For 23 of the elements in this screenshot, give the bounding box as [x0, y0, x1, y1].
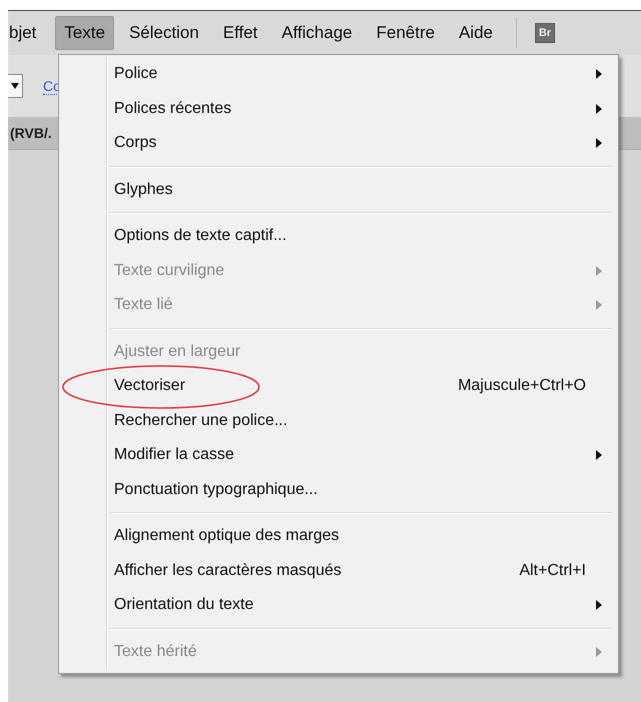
menu-bar-item[interactable]: Effet [214, 16, 267, 50]
menu-item[interactable]: Rechercher une police... [59, 404, 618, 438]
menu-bar-item[interactable]: Affichage [272, 16, 362, 50]
dropdown[interactable] [8, 74, 23, 98]
menu-bar-item[interactable]: Aide [450, 16, 502, 50]
menu-item[interactable]: Modifier la casse [59, 438, 618, 472]
menu-item[interactable]: Glyphes [59, 172, 618, 207]
document-tab[interactable]: (RVB/. [8, 125, 52, 141]
menu-item[interactable]: Options de texte captif... [59, 219, 618, 254]
menu-item[interactable]: Corps [59, 126, 618, 160]
menu-item[interactable]: Alignement optique des marges [59, 519, 618, 554]
menu-item[interactable]: Afficher les caractères masqués Alt+Ctrl+I [59, 554, 618, 588]
menu-bar-item[interactable]: Sélection [120, 16, 208, 50]
menu-bar-item[interactable]: Texte [55, 16, 114, 50]
caret-icon [11, 83, 19, 89]
bridge-badge[interactable]: Br [534, 23, 556, 43]
menu-item[interactable]: Police [59, 57, 618, 92]
menu-bar-item[interactable]: Fenêtre [367, 16, 444, 50]
menu-item[interactable]: Orientation du texte [59, 588, 618, 622]
menu-item[interactable]: Vectoriser Majuscule+Ctrl+O [59, 369, 618, 404]
menu-item[interactable]: Ponctuation typographique... [59, 472, 618, 507]
menu-bar-item[interactable]: bjet [8, 16, 46, 50]
menu-item[interactable]: Polices récentes [59, 92, 618, 126]
